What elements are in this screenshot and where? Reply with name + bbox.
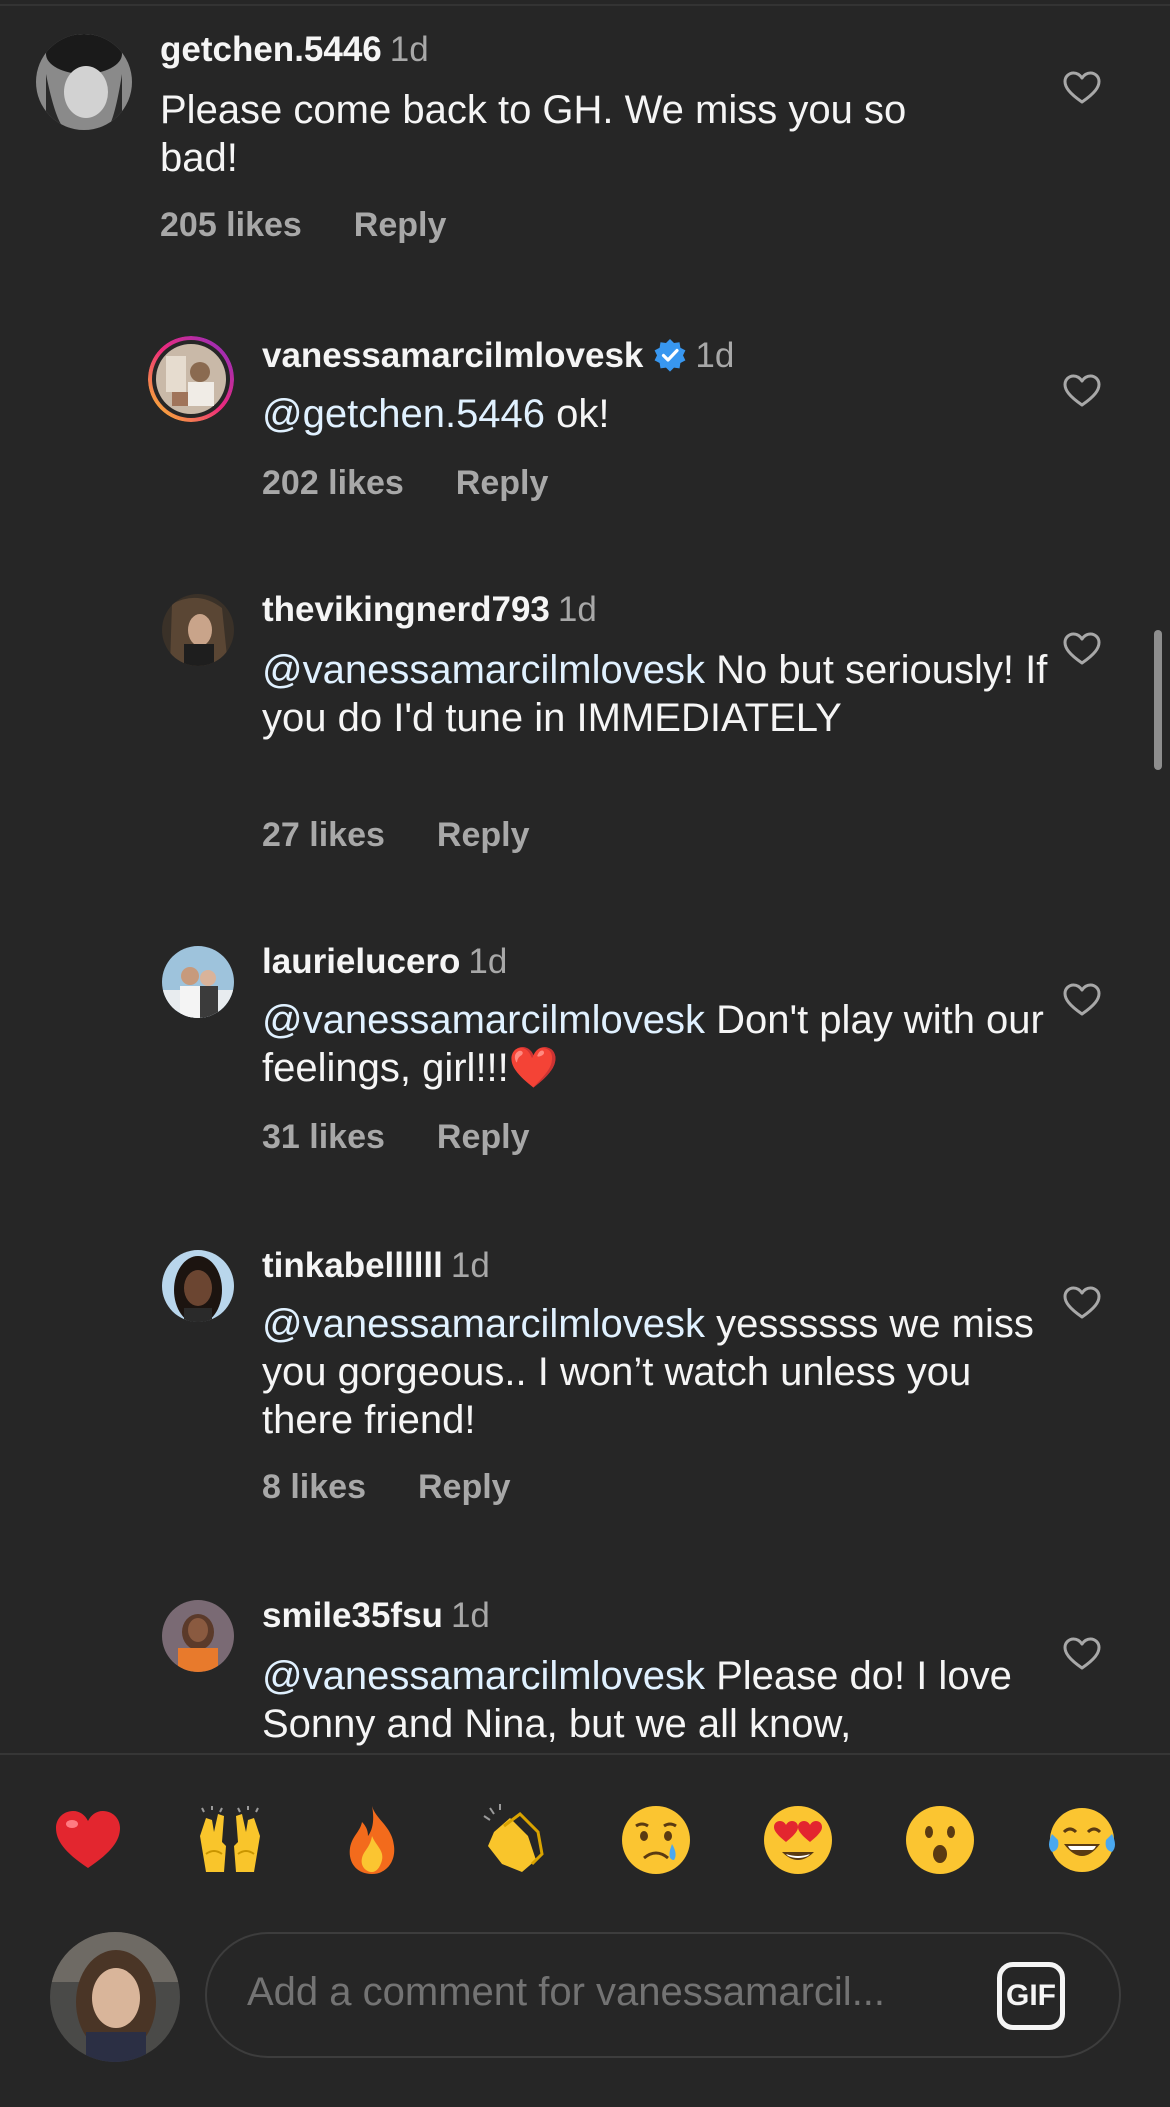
avatar[interactable] [162,1600,234,1672]
raising-hands-emoji-button[interactable] [192,1802,268,1878]
comment-text: @vanessamarcilmlovesk No but seriously! … [262,648,1048,740]
heart-icon[interactable] [1063,1637,1101,1671]
heart-icon[interactable] [1063,983,1101,1017]
mention-link[interactable]: @vanessamarcilmlovesk [262,1654,705,1698]
like-count[interactable]: 31 likes [262,1118,385,1157]
comment-input-placeholder: Add a comment for vanessamarcil... [247,1970,886,2014]
top-divider [0,4,1170,6]
heart-eyes-emoji-button[interactable] [760,1802,836,1878]
scrollbar[interactable] [1154,630,1162,770]
reply-button[interactable]: Reply [418,1468,511,1507]
comment-time: 1d [450,1596,490,1635]
comment-time: 1d [468,942,508,981]
gif-button[interactable]: GIF [997,1962,1065,2030]
reply-button[interactable]: Reply [456,464,549,503]
comment-username[interactable]: vanessamarcilmlovesk [262,336,643,375]
comment-text: @vanessamarcilmlovesk Don't play with ou… [262,998,1044,1090]
like-count[interactable]: 202 likes [262,464,404,503]
mention-link[interactable]: @vanessamarcilmlovesk [262,648,705,692]
heart-icon[interactable] [1063,374,1101,408]
mention-link[interactable]: @vanessamarcilmlovesk [262,998,705,1042]
avatar[interactable] [36,34,132,130]
mention-link[interactable]: @getchen.5446 [262,392,545,436]
comment-text: @getchen.5446 ok! [262,392,610,436]
avatar[interactable] [162,594,234,666]
comment-username[interactable]: thevikingnerd793 [262,590,550,629]
tears-of-joy-emoji-button[interactable] [1044,1802,1120,1878]
comment-time: 1d [557,590,597,629]
mention-link[interactable]: @vanessamarcilmlovesk [262,1302,705,1346]
comment-time: 1d [695,336,735,375]
avatar[interactable] [148,336,234,422]
heart-icon[interactable] [1063,632,1101,666]
heart-icon[interactable] [1063,71,1101,105]
heart-icon[interactable] [1063,1286,1101,1320]
comment-time: 1d [389,30,429,69]
reaction-bar-divider [0,1753,1170,1755]
comment-text: @vanessamarcilmlovesk yessssss we miss y… [262,1302,1034,1442]
comment-username[interactable]: smile35fsu [262,1596,443,1635]
clapping-hands-emoji-button[interactable] [476,1802,552,1878]
comment-text: Please come back to GH. We miss you so b… [160,88,907,180]
current-user-avatar[interactable] [50,1932,180,2062]
surprised-face-emoji-button[interactable] [902,1802,978,1878]
crying-face-emoji-button[interactable] [618,1802,694,1878]
avatar[interactable] [162,1250,234,1322]
comment-username[interactable]: tinkabellllll [262,1246,443,1285]
emoji-reaction-bar [0,1756,1170,1926]
reply-button[interactable]: Reply [437,816,530,855]
heart-emoji-button[interactable] [50,1802,126,1878]
comment-time: 1d [450,1246,490,1285]
comment-username[interactable]: laurielucero [262,942,460,981]
like-count[interactable]: 27 likes [262,816,385,855]
comment-input[interactable]: Add a comment for vanessamarcil... GIF [205,1932,1121,2058]
reply-button[interactable]: Reply [354,206,447,245]
verified-badge-icon [654,339,686,372]
like-count[interactable]: 8 likes [262,1468,366,1507]
comment-username[interactable]: getchen.5446 [160,30,382,69]
fire-emoji-button[interactable] [334,1802,410,1878]
avatar[interactable] [162,946,234,1018]
comment-text: @vanessamarcilmlovesk Please do! I love … [262,1654,1012,1746]
like-count[interactable]: 205 likes [160,206,302,245]
reply-button[interactable]: Reply [437,1118,530,1157]
